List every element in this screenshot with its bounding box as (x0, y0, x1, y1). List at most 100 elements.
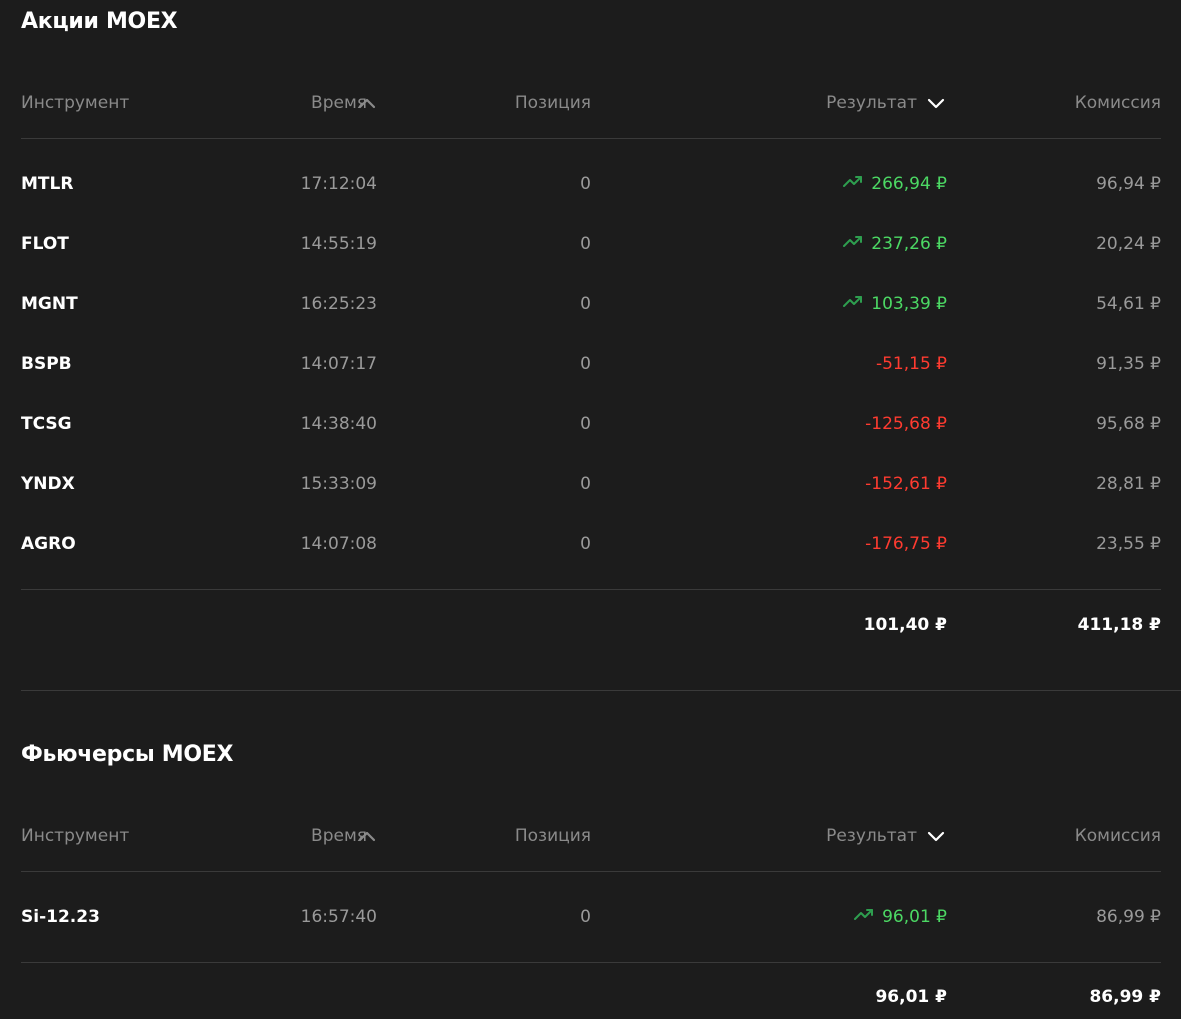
commission-cell-text: 96,94 ₽ (1096, 174, 1161, 194)
header-commission[interactable]: Комиссия (1075, 91, 1161, 115)
chevron-down-icon[interactable] (925, 91, 947, 115)
instrument-cell[interactable]: Si-12.23 (21, 905, 100, 929)
section-divider (21, 690, 1181, 691)
total-commission: 411,18 ₽ (1077, 615, 1161, 635)
time-cell-text: 14:07:17 (300, 354, 377, 374)
table-row[interactable]: MGNT 16:25:23 0 103,39 ₽ 54,61 ₽ (21, 292, 1161, 316)
result-cell-text: -51,15 ₽ (875, 354, 947, 374)
section-title-stocks: Акции MOEX (21, 9, 178, 34)
instrument-cell-text: YNDX (21, 474, 75, 494)
result-cell: -125,68 ₽ (865, 412, 947, 436)
result-cell: 96,01 ₽ (854, 905, 947, 929)
time-cell-text: 16:25:23 (300, 294, 377, 314)
position-cell-text: 0 (580, 907, 591, 927)
result-cell: 237,26 ₽ (843, 232, 947, 256)
trend-up-icon (843, 231, 863, 255)
result-cell-text: 237,26 ₽ (871, 234, 947, 254)
position-cell: 0 (580, 412, 591, 436)
position-cell-text: 0 (580, 174, 591, 194)
instrument-cell[interactable]: BSPB (21, 352, 72, 376)
instrument-cell-text: Si-12.23 (21, 907, 100, 927)
result-cell-text: -176,75 ₽ (865, 534, 947, 554)
position-cell: 0 (580, 172, 591, 196)
header-position[interactable]: Позиция (515, 91, 591, 115)
commission-cell: 91,35 ₽ (1096, 352, 1161, 376)
divider (21, 871, 1161, 872)
position-cell: 0 (580, 352, 591, 376)
table-row[interactable]: AGRO 14:07:08 0 -176,75 ₽ 23,55 ₽ (21, 532, 1161, 556)
table-row[interactable]: YNDX 15:33:09 0 -152,61 ₽ 28,81 ₽ (21, 472, 1161, 496)
commission-cell: 54,61 ₽ (1096, 292, 1161, 316)
result-cell-text: -152,61 ₽ (865, 474, 947, 494)
instrument-cell[interactable]: MGNT (21, 292, 78, 316)
instrument-cell-text: BSPB (21, 354, 72, 374)
commission-cell-text: 28,81 ₽ (1096, 474, 1161, 494)
header-result[interactable]: Результат (826, 91, 917, 115)
table-row[interactable]: Si-12.23 16:57:40 0 96,01 ₽ 86,99 ₽ (21, 905, 1161, 929)
commission-cell-text: 54,61 ₽ (1096, 294, 1161, 314)
instrument-cell[interactable]: AGRO (21, 532, 76, 556)
time-cell-text: 16:57:40 (300, 907, 377, 927)
chevron-up-icon[interactable] (356, 91, 378, 115)
total-commission: 86,99 ₽ (1089, 987, 1161, 1007)
result-cell: 266,94 ₽ (843, 172, 947, 196)
time-cell: 17:12:04 (301, 172, 377, 196)
position-cell: 0 (580, 292, 591, 316)
position-cell-text: 0 (580, 414, 591, 434)
commission-cell-text: 20,24 ₽ (1096, 234, 1161, 254)
position-cell: 0 (580, 232, 591, 256)
divider (21, 589, 1161, 590)
table-row[interactable]: TCSG 14:38:40 0 -125,68 ₽ 95,68 ₽ (21, 412, 1161, 436)
time-cell-text: 15:33:09 (300, 474, 377, 494)
result-cell: -152,61 ₽ (865, 472, 947, 496)
time-cell: 16:25:23 (301, 292, 377, 316)
commission-cell: 96,94 ₽ (1096, 172, 1161, 196)
time-cell-text: 14:38:40 (300, 414, 377, 434)
instrument-cell[interactable]: MTLR (21, 172, 73, 196)
instrument-cell[interactable]: YNDX (21, 472, 75, 496)
instrument-cell-text: TCSG (21, 414, 72, 434)
chevron-down-icon[interactable] (925, 824, 947, 848)
table-header: Инструмент Время Позиция Результат Комис… (21, 91, 1161, 115)
instrument-cell-text: MTLR (21, 174, 74, 194)
header-commission[interactable]: Комиссия (1075, 824, 1161, 848)
instrument-cell-text: AGRO (21, 534, 76, 554)
position-cell: 0 (580, 472, 591, 496)
total-result: 101,40 ₽ (863, 615, 947, 635)
table-row[interactable]: BSPB 14:07:17 0 -51,15 ₽ 91,35 ₽ (21, 352, 1161, 376)
instrument-cell-text: FLOT (21, 234, 69, 254)
position-cell: 0 (580, 905, 591, 929)
instrument-cell[interactable]: FLOT (21, 232, 69, 256)
time-cell-text: 17:12:04 (300, 174, 377, 194)
table-row[interactable]: FLOT 14:55:19 0 237,26 ₽ 20,24 ₽ (21, 232, 1161, 256)
chevron-up-icon[interactable] (356, 824, 378, 848)
commission-cell: 28,81 ₽ (1096, 472, 1161, 496)
header-position[interactable]: Позиция (515, 824, 591, 848)
instrument-cell[interactable]: TCSG (21, 412, 72, 436)
commission-cell: 20,24 ₽ (1096, 232, 1161, 256)
time-cell: 14:55:19 (301, 232, 377, 256)
trend-up-icon (843, 171, 863, 195)
total-result: 96,01 ₽ (875, 987, 947, 1007)
header-result[interactable]: Результат (826, 824, 917, 848)
commission-cell-text: 86,99 ₽ (1096, 907, 1161, 927)
time-cell-text: 14:55:19 (300, 234, 377, 254)
table-row[interactable]: MTLR 17:12:04 0 266,94 ₽ 96,94 ₽ (21, 172, 1161, 196)
section-title-futures: Фьючерсы MOEX (21, 742, 234, 767)
position-cell-text: 0 (580, 354, 591, 374)
time-cell: 14:07:17 (301, 352, 377, 376)
position-cell-text: 0 (580, 474, 591, 494)
commission-cell-text: 91,35 ₽ (1096, 354, 1161, 374)
result-cell: -176,75 ₽ (865, 532, 947, 556)
header-instrument[interactable]: Инструмент (21, 824, 129, 848)
header-instrument[interactable]: Инструмент (21, 91, 129, 115)
totals-row: 101,40 ₽ 411,18 ₽ (21, 613, 1161, 637)
commission-cell: 23,55 ₽ (1096, 532, 1161, 556)
commission-cell-text: 95,68 ₽ (1096, 414, 1161, 434)
time-cell: 15:33:09 (301, 472, 377, 496)
trend-up-icon (843, 291, 863, 315)
time-cell-text: 14:07:08 (300, 534, 377, 554)
result-cell: 103,39 ₽ (843, 292, 947, 316)
position-cell-text: 0 (580, 294, 591, 314)
instrument-cell-text: MGNT (21, 294, 78, 314)
